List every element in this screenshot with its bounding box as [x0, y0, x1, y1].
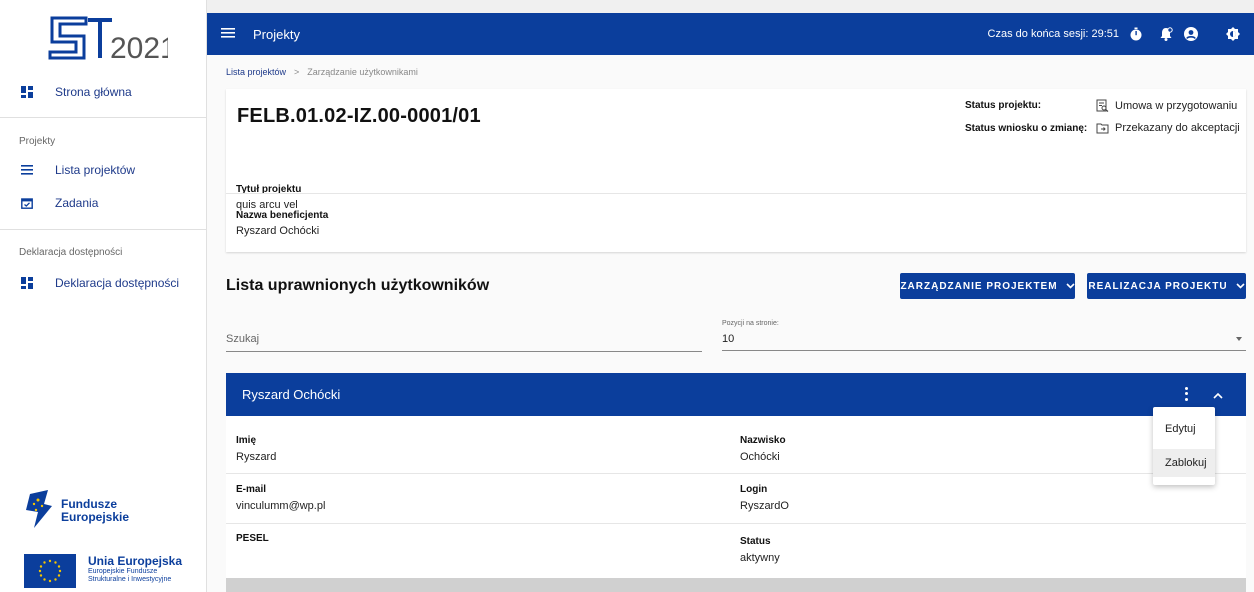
- main-content: Lista projektów > Zarządzanie użytkownikam…: [207, 55, 1254, 592]
- sidebar-item-label: Strona główna: [55, 85, 132, 99]
- search-field[interactable]: [226, 328, 702, 352]
- last-name-value: Ochócki: [740, 451, 780, 463]
- beneficiary-label: Nazwa beneficjenta: [236, 210, 329, 221]
- ue-logo-line1: Europejskie Fundusze: [88, 568, 158, 575]
- search-input[interactable]: [226, 328, 702, 350]
- user-panel-name: Ryszard Ochócki: [242, 387, 341, 402]
- email-value: vinculumm@wp.pl: [236, 500, 326, 512]
- row-divider: [226, 523, 1246, 524]
- pesel-label: PESEL: [236, 533, 269, 544]
- users-list-title: Lista uprawnionych użytkowników: [226, 277, 490, 294]
- beneficiary-value: Ryszard Ochócki: [236, 225, 320, 237]
- first-name-value: Ryszard: [236, 451, 277, 463]
- per-page-select[interactable]: 10: [722, 329, 1246, 351]
- calendar-check-icon: [21, 197, 33, 209]
- list-icon: [21, 164, 33, 176]
- sidebar-divider: [0, 229, 207, 230]
- contrast-icon[interactable]: [1225, 26, 1241, 42]
- card-divider: [226, 193, 1246, 194]
- project-id: FELB.01.02-IZ.00-0001/01: [237, 105, 481, 127]
- project-management-button[interactable]: ZARZĄDZANIE PROJEKTEM: [900, 273, 1075, 299]
- hamburger-menu-icon[interactable]: [221, 27, 235, 39]
- unia-europejska-logo: Unia Europejska Europejskie Fundusze Str…: [24, 554, 204, 590]
- button-label: ZARZĄDZANIE PROJEKTEM: [900, 280, 1058, 292]
- st2021-logo: 2021: [48, 12, 177, 68]
- breadcrumb: Lista projektów > Zarządzanie użytkownikam…: [226, 67, 418, 77]
- top-app-bar: Projekty Czas do końca sesji: 29:51: [207, 13, 1254, 55]
- menu-item-edit[interactable]: Edytuj: [1153, 415, 1215, 443]
- button-label: REALIZACJA PROJEKTU: [1088, 280, 1228, 292]
- change-status-value: Przekazany do akceptacji: [1096, 122, 1240, 134]
- login-label: Login: [740, 484, 768, 495]
- fundusze-europejskie-logo: Fundusze Europejskie: [24, 490, 194, 530]
- project-realization-button[interactable]: REALIZACJA PROJEKTU: [1087, 273, 1246, 299]
- last-name-label: Nazwisko: [740, 435, 786, 446]
- dropdown-arrow-icon: [1236, 337, 1242, 341]
- chevron-up-icon[interactable]: [1212, 389, 1224, 399]
- sidebar-item-label: Zadania: [55, 196, 99, 210]
- project-status-text: Umowa w przygotowaniu: [1115, 99, 1238, 112]
- per-page-label: Pozycji na stronie:: [722, 320, 779, 327]
- session-timer: Czas do końca sesji: 29:51: [987, 28, 1119, 40]
- login-value: RyszardO: [740, 500, 789, 512]
- first-name-label: Imię: [236, 435, 257, 446]
- horizontal-scrollbar[interactable]: [226, 578, 1246, 592]
- chevron-down-icon: [1065, 283, 1075, 289]
- svg-text:2021: 2021: [110, 32, 168, 65]
- sidebar-divider: [0, 117, 207, 118]
- sidebar-item-tasks[interactable]: Zadania: [0, 189, 207, 217]
- user-panel-header[interactable]: Ryszard Ochócki: [226, 373, 1246, 416]
- notifications-icon[interactable]: [1158, 26, 1174, 42]
- ue-logo-line2: Strukturalne i Inwestycyjne: [88, 576, 172, 583]
- user-context-menu: Edytuj Zablokuj: [1153, 407, 1215, 485]
- status-value: aktywny: [740, 552, 780, 564]
- row-divider: [226, 473, 1246, 474]
- project-card: FELB.01.02-IZ.00-0001/01 Status projektu…: [226, 89, 1246, 252]
- sidebar-item-home[interactable]: Strona główna: [0, 78, 207, 106]
- sidebar-item-label: Lista projektów: [55, 163, 136, 177]
- breadcrumb-current: Zarządzanie użytkownikami: [307, 67, 418, 77]
- user-panel-body: Imię Ryszard Nazwisko Ochócki E-mail vin…: [226, 416, 1246, 592]
- section-title-accessibility: Deklaracja dostępności: [19, 247, 123, 258]
- page-title: Projekty: [253, 26, 300, 42]
- eu-flag-icon: [24, 554, 76, 588]
- status-label: Status: [740, 536, 771, 547]
- dashboard-icon: [21, 86, 33, 98]
- document-search-icon: [1096, 99, 1109, 112]
- account-icon[interactable]: [1183, 26, 1199, 42]
- chevron-down-icon: [1236, 283, 1245, 289]
- folder-arrow-icon: [1096, 123, 1109, 134]
- change-status-label: Status wniosku o zmianę:: [965, 123, 1088, 134]
- sidebar: 2021 Strona główna Projekty Lista projek…: [0, 0, 207, 592]
- dashboard-icon: [21, 277, 33, 289]
- sidebar-item-projects-list[interactable]: Lista projektów: [0, 156, 207, 184]
- sidebar-item-label: Deklaracja dostępności: [55, 276, 180, 290]
- email-label: E-mail: [236, 484, 267, 495]
- more-vert-icon[interactable]: [1181, 386, 1191, 402]
- breadcrumb-link-projects[interactable]: Lista projektów: [226, 67, 286, 77]
- breadcrumb-separator: >: [294, 67, 300, 77]
- per-page-value: 10: [722, 333, 735, 345]
- change-status-text: Przekazany do akceptacji: [1115, 122, 1240, 134]
- stopwatch-icon[interactable]: [1128, 26, 1144, 42]
- fe-logo-line2: Europejskie: [61, 510, 130, 524]
- menu-item-block[interactable]: Zablokuj: [1153, 449, 1215, 477]
- project-status-label: Status projektu:: [965, 100, 1042, 111]
- ue-logo-title: Unia Europejska: [88, 554, 183, 568]
- sidebar-item-accessibility[interactable]: Deklaracja dostępności: [0, 269, 207, 297]
- section-title-projects: Projekty: [19, 136, 56, 147]
- project-status-value: Umowa w przygotowaniu: [1096, 99, 1237, 112]
